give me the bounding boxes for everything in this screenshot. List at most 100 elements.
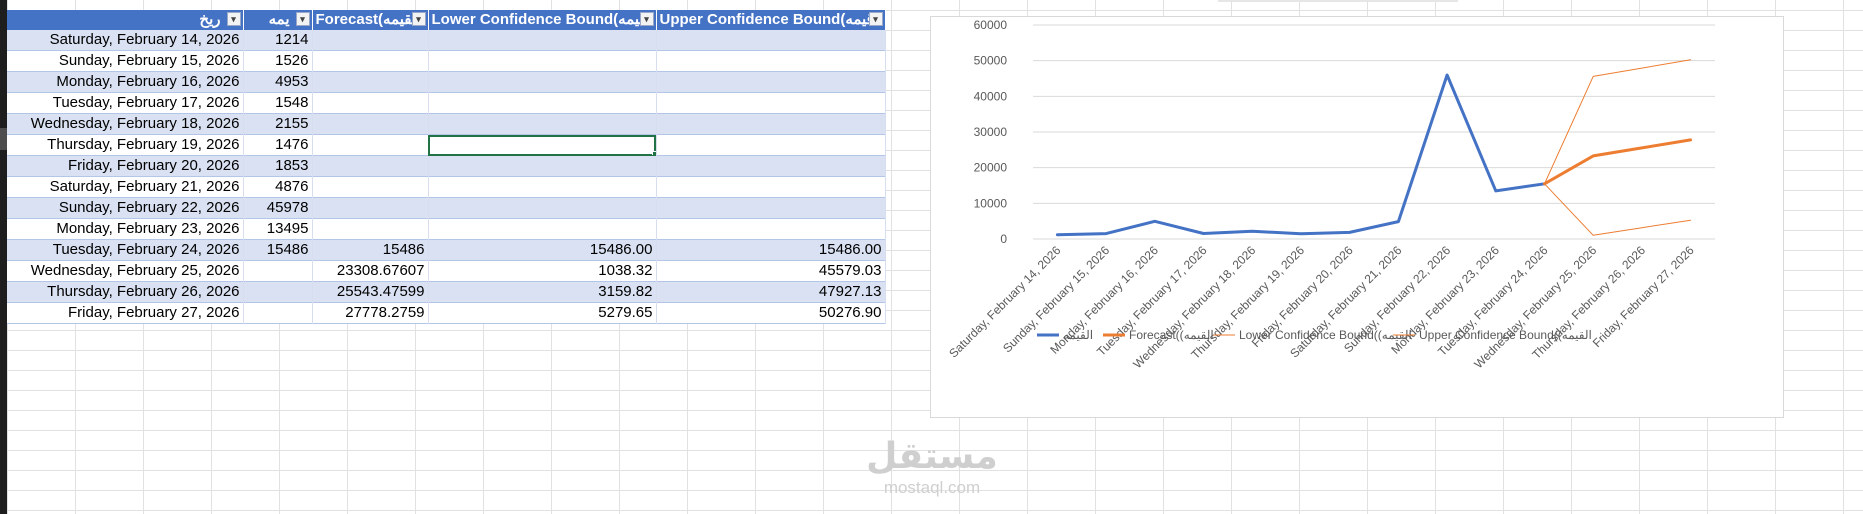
cell-forecast[interactable]: 25543.47599: [312, 281, 429, 303]
cell-upper-bound[interactable]: [656, 197, 886, 219]
cell-upper-bound[interactable]: [656, 71, 886, 93]
selected-cell[interactable]: [428, 134, 657, 156]
y-tick-label: 0: [1000, 232, 1007, 246]
cell-date[interactable]: Sunday, February 15, 2026: [7, 50, 244, 72]
watermark-logo: مستقل: [866, 436, 998, 477]
cell-upper-bound[interactable]: [656, 155, 886, 177]
cell-upper-bound[interactable]: [656, 30, 886, 51]
series-line: [1543, 138, 1693, 186]
cell-forecast[interactable]: [312, 176, 429, 198]
cell-lower-bound[interactable]: 5279.65: [428, 302, 657, 324]
cell-forecast[interactable]: [312, 50, 429, 72]
cell-forecast[interactable]: [312, 218, 429, 240]
header-value-label: يمه: [268, 11, 290, 28]
cell-lower-bound[interactable]: [428, 50, 657, 72]
header-upper-bound[interactable]: Upper Confidence Bound(قيمه ▾: [656, 10, 886, 30]
cell-value[interactable]: 4876: [243, 176, 313, 198]
window-left-edge: [0, 0, 7, 514]
cell-value[interactable]: 1548: [243, 92, 313, 114]
header-lower-bound[interactable]: Lower Confidence Bound(قيمه ▾: [428, 10, 657, 30]
cell-lower-bound[interactable]: [428, 176, 657, 198]
cell-upper-bound[interactable]: [656, 92, 886, 114]
cell-forecast[interactable]: [312, 113, 429, 135]
cell-lower-bound[interactable]: [428, 197, 657, 219]
table-row: Friday, February 20, 2026 1853: [7, 155, 886, 177]
cell-lower-bound[interactable]: [428, 92, 657, 114]
cell-lower-bound[interactable]: [428, 71, 657, 93]
filter-dropdown-icon[interactable]: ▾: [868, 12, 883, 26]
cell-value[interactable]: 45978: [243, 197, 313, 219]
cell-value[interactable]: [243, 302, 313, 324]
legend-label: القيمه: [1063, 328, 1093, 342]
header-forecast-label: Forecast(لقيمه: [315, 11, 417, 28]
cell-upper-bound[interactable]: [656, 134, 886, 156]
header-date[interactable]: ريخ ▾: [7, 10, 244, 30]
legend-label: Lower Confidence Bound((القيمه: [1239, 328, 1412, 342]
cell-upper-bound[interactable]: 45579.03: [656, 260, 886, 282]
cell-forecast[interactable]: [312, 155, 429, 177]
cell-forecast[interactable]: [312, 197, 429, 219]
cell-forecast[interactable]: 27778.2759: [312, 302, 429, 324]
cell-date[interactable]: Monday, February 16, 2026: [7, 71, 244, 93]
cell-value[interactable]: [243, 260, 313, 282]
cell-date[interactable]: Friday, February 20, 2026: [7, 155, 244, 177]
header-upper-bound-label: Upper Confidence Bound(قيمه: [659, 11, 874, 28]
cell-date[interactable]: Tuesday, February 17, 2026: [7, 92, 244, 114]
filter-dropdown-icon[interactable]: ▾: [226, 12, 241, 26]
cell-upper-bound[interactable]: [656, 176, 886, 198]
fill-handle[interactable]: [651, 151, 655, 156]
cell-date[interactable]: Sunday, February 22, 2026: [7, 197, 244, 219]
cell-date[interactable]: Tuesday, February 24, 2026: [7, 239, 244, 261]
cell-forecast[interactable]: 15486: [312, 239, 429, 261]
y-tick-label: 30000: [974, 125, 1008, 139]
cell-value[interactable]: 2155: [243, 113, 313, 135]
cell-forecast[interactable]: [312, 134, 429, 156]
cell-lower-bound[interactable]: 15486.00: [428, 239, 657, 261]
cell-forecast[interactable]: [312, 71, 429, 93]
cell-forecast[interactable]: 23308.67607: [312, 260, 429, 282]
series-line: [1055, 73, 1546, 237]
watermark: مستقل mostaql.com: [862, 436, 1002, 502]
cell-date[interactable]: Monday, February 23, 2026: [7, 218, 244, 240]
cell-value[interactable]: 1476: [243, 134, 313, 156]
cell-value[interactable]: [243, 281, 313, 303]
cell-date[interactable]: Wednesday, February 25, 2026: [7, 260, 244, 282]
cell-value[interactable]: 13495: [243, 218, 313, 240]
cell-value[interactable]: 1214: [243, 30, 313, 51]
cell-date[interactable]: Thursday, February 26, 2026: [7, 281, 244, 303]
y-tick-label: 10000: [974, 196, 1008, 210]
cell-forecast[interactable]: [312, 30, 429, 51]
forecast-chart[interactable]: 0 10000 20000 30000 40000 50000 60000 Saturday,…: [930, 16, 1784, 418]
y-tick-label: 50000: [974, 54, 1008, 68]
filter-dropdown-icon[interactable]: ▾: [411, 12, 426, 26]
cell-value[interactable]: 4953: [243, 71, 313, 93]
cell-lower-bound[interactable]: [428, 30, 657, 51]
series-line: [1544, 183, 1692, 236]
cell-date[interactable]: Friday, February 27, 2026: [7, 302, 244, 324]
cell-lower-bound[interactable]: [428, 218, 657, 240]
cell-lower-bound[interactable]: 3159.82: [428, 281, 657, 303]
table-row: Monday, February 23, 2026 13495: [7, 218, 886, 240]
cell-lower-bound[interactable]: [428, 155, 657, 177]
cell-upper-bound[interactable]: [656, 218, 886, 240]
cell-upper-bound[interactable]: 15486.00: [656, 239, 886, 261]
cell-upper-bound[interactable]: 50276.90: [656, 302, 886, 324]
cell-value[interactable]: 1853: [243, 155, 313, 177]
cell-upper-bound[interactable]: [656, 50, 886, 72]
header-value[interactable]: يمه ▾: [243, 10, 313, 30]
cell-lower-bound[interactable]: [428, 113, 657, 135]
cell-forecast[interactable]: [312, 92, 429, 114]
cell-date[interactable]: Saturday, February 14, 2026: [7, 30, 244, 51]
cell-value[interactable]: 15486: [243, 239, 313, 261]
filter-dropdown-icon[interactable]: ▾: [639, 12, 654, 26]
cell-value[interactable]: 1526: [243, 50, 313, 72]
cell-date[interactable]: Wednesday, February 18, 2026: [7, 113, 244, 135]
cell-upper-bound[interactable]: 47927.13: [656, 281, 886, 303]
cell-date[interactable]: Saturday, February 21, 2026: [7, 176, 244, 198]
header-forecast[interactable]: Forecast(لقيمه ▾: [312, 10, 429, 30]
table-row: Tuesday, February 24, 2026 15486 15486 1548…: [7, 239, 886, 261]
cell-lower-bound[interactable]: 1038.32: [428, 260, 657, 282]
cell-upper-bound[interactable]: [656, 113, 886, 135]
filter-dropdown-icon[interactable]: ▾: [295, 12, 310, 26]
cell-date[interactable]: Thursday, February 19, 2026: [7, 134, 244, 156]
